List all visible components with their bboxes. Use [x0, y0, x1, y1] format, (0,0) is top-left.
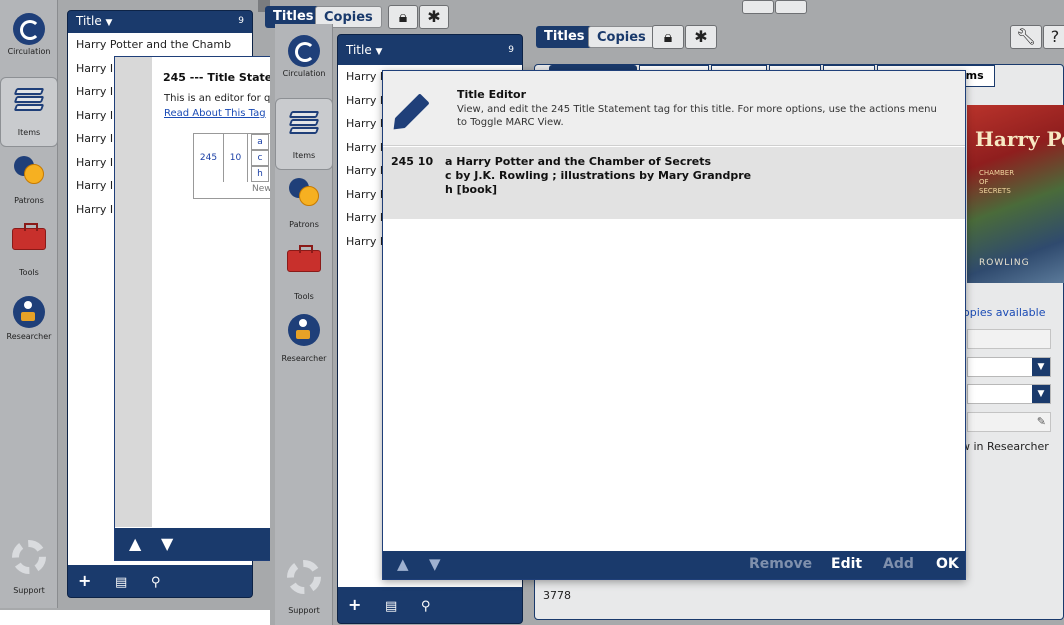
nav-tools[interactable]: Tools [0, 223, 58, 282]
books-icon [12, 84, 46, 114]
front-list-footer: + ▤ ⚲ [338, 587, 522, 622]
editor-footer: ▲ ▼ Remove Edit Add OK [383, 551, 965, 579]
back-list-footer: + ▤ ⚲ [68, 565, 252, 596]
back-tag-editor: 245 --- Title Stater This is an editor f… [114, 56, 283, 561]
circulation-icon [13, 13, 45, 45]
add-button[interactable]: Add [883, 556, 914, 572]
tab-copies[interactable]: Copies [588, 26, 655, 48]
marc-tag: 245 [194, 134, 224, 182]
back-editor-desc: This is an editor for qu [164, 93, 277, 104]
cover-subtitle: CHAMBER OF SECRETS [979, 169, 1015, 195]
support-icon [12, 540, 46, 574]
move-up-icon[interactable]: ▲ [129, 534, 141, 553]
detail-edit-field[interactable]: ✎ [967, 412, 1051, 432]
patrons-icon [12, 154, 46, 184]
books-icon [287, 107, 321, 137]
nav-patrons[interactable]: Patrons [275, 176, 333, 236]
back-editor-title: 245 --- Title Stater [163, 71, 278, 84]
detail-text-field[interactable] [967, 329, 1051, 349]
nav-support[interactable]: Support [0, 540, 58, 600]
add-icon[interactable]: + [78, 571, 91, 590]
document-icon[interactable]: ▤ [385, 599, 397, 614]
marc-tag-line[interactable]: 245 10 [391, 155, 433, 168]
front-list-header[interactable]: Title ▼ 9 [338, 35, 522, 65]
nav-patrons[interactable]: Patrons [0, 154, 58, 212]
gear-icon[interactable]: ✱ [685, 25, 717, 49]
back-nav: Circulation Items Patrons Tools Research… [0, 0, 58, 608]
marc-subfield-h[interactable]: h [book] [445, 183, 497, 196]
subfield-c[interactable]: c [251, 150, 269, 166]
nav-tools[interactable]: Tools [275, 245, 333, 308]
remove-button[interactable]: Remove [749, 556, 812, 572]
help-icon[interactable]: ? [1043, 25, 1064, 49]
circulation-icon [288, 35, 320, 67]
subfield-a[interactable]: a [251, 134, 269, 150]
editor-title: Title Editor [457, 88, 526, 101]
lock-icon[interactable]: 🔒︎ [652, 25, 684, 49]
pencil-icon[interactable]: ✎ [1037, 415, 1046, 428]
wrench-icon[interactable]: 🔧︎ [1010, 25, 1042, 49]
lock-icon[interactable]: 🔒︎ [388, 5, 418, 29]
pencil-icon [394, 93, 430, 129]
nav-circulation[interactable]: Circulation [0, 10, 58, 68]
copies-available-link[interactable]: copies available [957, 306, 1045, 319]
view-in-researcher-link[interactable]: w in Researcher [961, 440, 1049, 453]
document-icon[interactable]: ▤ [115, 575, 127, 590]
read-about-tag-link[interactable]: Read About This Tag [164, 108, 266, 119]
toolbox-icon [287, 245, 321, 272]
gear-icon[interactable]: ✱ [419, 5, 449, 29]
detail-select-1[interactable]: ▼ [967, 357, 1051, 377]
sort-arrow-icon: ▼ [375, 47, 383, 57]
back-editor-strip [115, 57, 152, 527]
title-editor-dialog: Title Editor View, and edit the 245 Titl… [382, 70, 966, 580]
editor-header: Title Editor View, and edit the 245 Titl… [383, 71, 965, 146]
support-icon [287, 560, 321, 594]
marc-record: 245 10 a Harry Potter and the Chamber of… [383, 147, 965, 219]
nav-researcher[interactable]: Researcher [0, 296, 58, 352]
nav-items[interactable]: Items [0, 77, 58, 147]
subfield-h[interactable]: h [251, 166, 269, 182]
marc-indicators: 10 [224, 134, 248, 182]
nav-circulation[interactable]: Circulation [275, 32, 333, 94]
nav-items[interactable]: Items [275, 98, 333, 170]
front-nav: Circulation Items Patrons Tools Research… [275, 24, 333, 625]
book-cover: Harry Potter CHAMBER OF SECRETS ROWLING [967, 105, 1064, 283]
researcher-icon [288, 314, 320, 346]
tab-titles[interactable]: Titles [536, 26, 593, 48]
move-down-icon[interactable]: ▼ [161, 534, 173, 553]
wrench-icon[interactable] [742, 0, 774, 14]
dropdown-arrow-icon: ▼ [1032, 385, 1050, 403]
move-down-icon[interactable]: ▼ [429, 555, 441, 573]
help-icon[interactable] [775, 0, 807, 14]
marc-subfield-c[interactable]: c by J.K. Rowling ; illustrations by Mar… [445, 169, 751, 182]
new-subfield[interactable]: New [252, 184, 272, 194]
back-list-header[interactable]: Title ▼ 9 [68, 11, 252, 33]
move-up-icon[interactable]: ▲ [397, 555, 409, 573]
detail-toolbar: Titles Copies 🔒︎ ✱ 🔧︎ ? [532, 25, 1064, 58]
cover-author: ROWLING [979, 258, 1030, 268]
editor-description: View, and edit the 245 Title Statement t… [457, 104, 937, 128]
record-id: 3778 [543, 589, 571, 602]
ok-button[interactable]: OK [936, 556, 959, 572]
edit-button[interactable]: Edit [831, 556, 862, 572]
add-icon[interactable]: + [348, 595, 361, 614]
marc-subfield-a[interactable]: a Harry Potter and the Chamber of Secret… [445, 155, 711, 168]
nav-support[interactable]: Support [275, 560, 333, 624]
sort-arrow-icon: ▼ [105, 18, 113, 28]
researcher-icon [13, 296, 45, 328]
search-icon[interactable]: ⚲ [421, 599, 431, 614]
list-item[interactable]: Harry Potter and the Chamb [68, 33, 252, 57]
search-icon[interactable]: ⚲ [151, 575, 161, 590]
toolbox-icon [12, 223, 46, 250]
dropdown-arrow-icon: ▼ [1032, 358, 1050, 376]
patrons-icon [287, 176, 321, 206]
back-window: Circulation Items Patrons Tools Research… [0, 0, 283, 610]
detail-select-2[interactable]: ▼ [967, 384, 1051, 404]
cover-title: Harry Potter [975, 127, 1064, 151]
back-editor-footer: ▲ ▼ [115, 528, 281, 560]
nav-researcher[interactable]: Researcher [275, 314, 333, 376]
